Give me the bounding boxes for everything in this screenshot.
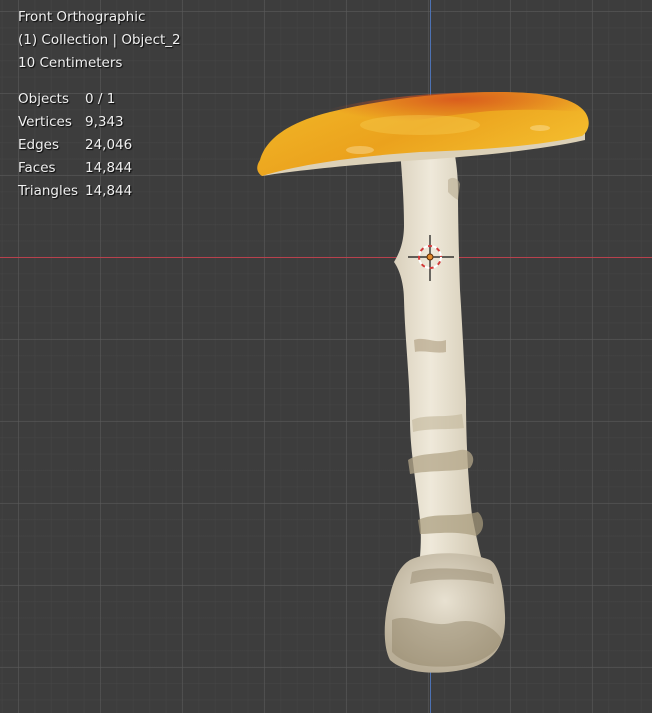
collection-info-label: (1) Collection | Object_2 bbox=[18, 32, 181, 48]
grid-scale-label: 10 Centimeters bbox=[18, 55, 123, 71]
stat-label: Triangles bbox=[18, 183, 79, 199]
stat-value: 14,844 bbox=[85, 160, 133, 176]
3d-cursor-icon[interactable] bbox=[408, 235, 454, 281]
viewport-text-overlay: Front Orthographic (1) Collection | Obje… bbox=[18, 6, 181, 203]
cap-spot bbox=[346, 146, 374, 154]
stat-value: 9,343 bbox=[85, 114, 124, 130]
stat-row-edges: Edges 24,046 bbox=[18, 134, 181, 157]
stat-value: 0 / 1 bbox=[85, 91, 116, 107]
3d-viewport[interactable]: Front Orthographic (1) Collection | Obje… bbox=[0, 0, 652, 713]
stat-row-triangles: Triangles 14,844 bbox=[18, 180, 181, 203]
cap-spot bbox=[530, 125, 550, 131]
stat-value: 24,046 bbox=[85, 137, 133, 153]
cap-highlight bbox=[360, 115, 480, 135]
stat-row-faces: Faces 14,844 bbox=[18, 157, 181, 180]
mushroom-stem bbox=[394, 150, 486, 575]
stat-row-vertices: Vertices 9,343 bbox=[18, 111, 181, 134]
stat-label: Objects bbox=[18, 91, 70, 107]
view-name-label: Front Orthographic bbox=[18, 9, 146, 25]
stat-value: 14,844 bbox=[85, 183, 133, 199]
stat-label: Faces bbox=[18, 160, 56, 176]
stat-label: Vertices bbox=[18, 114, 72, 130]
stat-label: Edges bbox=[18, 137, 60, 153]
stat-row-objects: Objects 0 / 1 bbox=[18, 88, 181, 111]
